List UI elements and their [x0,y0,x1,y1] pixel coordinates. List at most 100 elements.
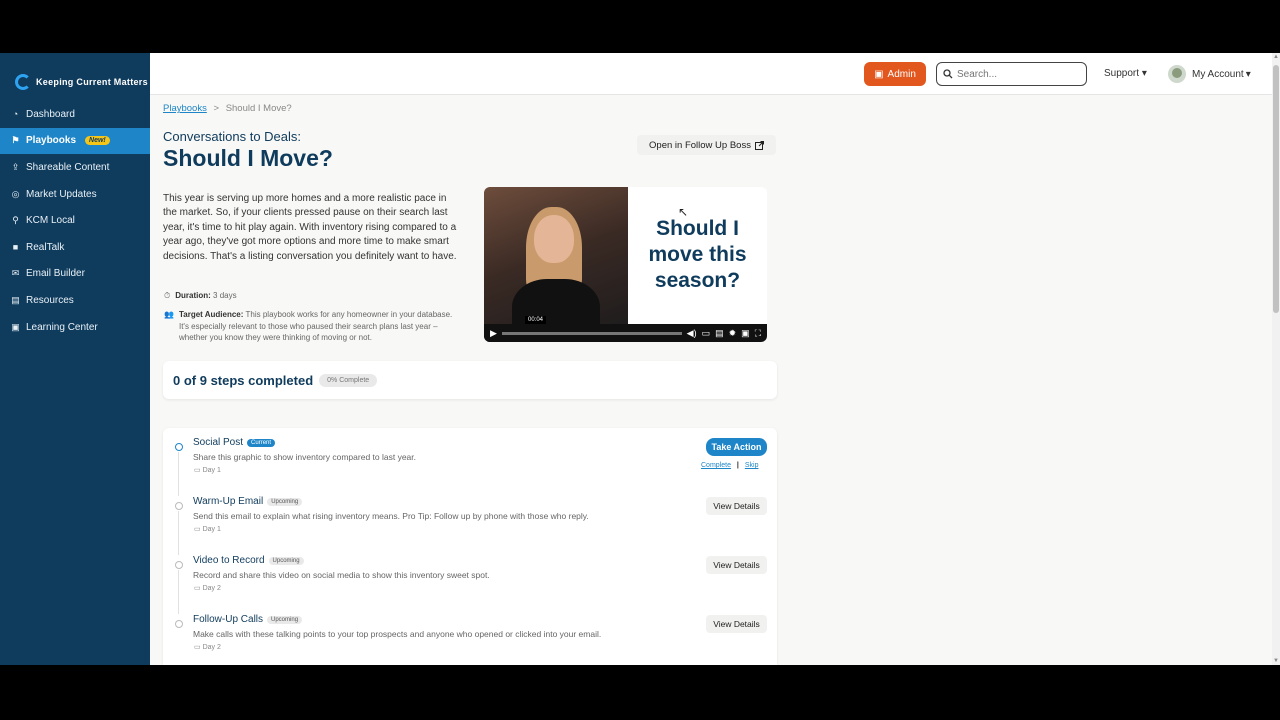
page-scrollbar[interactable]: ▲ ▼ [1272,53,1280,665]
users-icon: 👥 [164,310,174,319]
external-link-icon [754,140,764,150]
sidebar-item-realtalk[interactable]: ■ RealTalk [0,234,150,261]
sidebar-item-kcm-local[interactable]: ⚲ KCM Local [0,207,150,234]
sidebar-item-resources[interactable]: ▤ Resources [0,287,150,314]
learning-icon: ▣ [11,321,20,332]
main-content: Playbooks > Should I Move? Conversations… [163,95,783,665]
app-screen: Keeping Current Matters ◔ Dashboard ⚑ Pl… [0,53,1280,665]
video-headline: Should I move this season? [648,216,747,292]
step-day: ▭ Day 2 [194,644,221,651]
step-description: Record and share this video on social me… [193,570,490,580]
step-description: Send this email to explain what rising i… [193,511,589,521]
admin-button[interactable]: ▣ Admin [864,62,926,86]
admin-label: Admin [887,68,916,80]
skip-link[interactable]: Skip [745,462,759,469]
step-description: Make calls with these talking points to … [193,629,602,639]
duration-value: 3 days [213,291,237,300]
resources-icon: ▤ [11,294,20,305]
support-menu[interactable]: Support ▾ [1104,68,1147,79]
sidebar-item-market-updates[interactable]: ◎ Market Updates [0,181,150,208]
stopwatch-icon: ⏱ [164,291,171,300]
market-icon: ◎ [11,188,20,199]
transcript-icon[interactable]: ▤ [715,328,724,339]
breadcrumb-link-playbooks[interactable]: Playbooks [163,103,207,114]
list-item: Follow-Up Calls Upcoming Make calls with… [163,614,777,665]
steps-progress-card: 0 of 9 steps completed 0% Complete [163,361,777,399]
chevron-down-icon: ▾ [1141,68,1147,79]
step-status-badge: Current [247,438,276,447]
calendar-icon: ▭ [194,585,201,592]
sidebar-nav: ◔ Dashboard ⚑ Playbooks New! ⇪ Shareable… [0,101,150,340]
scroll-up-icon[interactable]: ▲ [1272,53,1280,61]
duration-row: ⏱ Duration: 3 days [164,290,464,302]
briefcase-icon: ▣ [874,68,884,80]
step-status-badge: Upcoming [267,615,303,624]
view-details-button[interactable]: View Details [706,556,767,574]
list-item: Social Post Current Share this graphic t… [163,437,777,496]
complete-link[interactable]: Complete [701,462,731,469]
presenter-image [484,187,628,342]
steps-list: Social Post Current Share this graphic t… [163,428,777,665]
step-pending-icon [175,620,183,628]
sidebar-item-label: Dashboard [26,108,75,120]
calendar-icon: ▭ [194,526,201,533]
search-icon [943,69,953,79]
pip-icon[interactable]: ▣ [741,328,750,339]
new-badge: New! [85,136,110,146]
sidebar-item-label: Resources [26,294,74,306]
sidebar: Keeping Current Matters ◔ Dashboard ⚑ Pl… [0,53,150,665]
chevron-down-icon: ▾ [1245,68,1251,80]
take-action-button[interactable]: Take Action [706,438,767,456]
step-day: ▭ Day 2 [194,585,221,592]
brand-name: Keeping Current Matters [36,77,148,87]
audience-label: Target Audience: [178,310,244,319]
search-box [936,62,1087,86]
step-description: Share this graphic to show inventory com… [193,452,417,462]
audience-row: 👥 Target Audience: This playbook works f… [164,309,464,344]
fullscreen-icon[interactable]: ⛶ [755,328,761,339]
step-pending-icon [175,502,183,510]
step-day: ▭ Day 1 [194,467,221,474]
logo-icon [15,74,31,90]
video-progress-bar[interactable] [501,331,682,335]
view-details-button[interactable]: View Details [706,615,767,633]
step-links: Complete | Skip [701,462,759,469]
scrollbar-thumb[interactable] [1273,65,1279,313]
open-button-label: Open in Follow Up Boss [649,139,751,151]
step-status-badge: Upcoming [267,497,303,506]
avatar [1168,65,1186,83]
sidebar-item-label: RealTalk [26,241,65,253]
sidebar-item-shareable-content[interactable]: ⇪ Shareable Content [0,154,150,181]
view-details-button[interactable]: View Details [706,497,767,515]
play-icon[interactable]: ▶ [490,328,497,339]
sidebar-item-email-builder[interactable]: ✉ Email Builder [0,261,150,288]
video-player[interactable]: Should I move this season? 00:04 ▶ ◀) ▭ … [484,187,767,342]
scroll-down-icon[interactable]: ▼ [1272,657,1280,665]
sidebar-item-dashboard[interactable]: ◔ Dashboard [0,101,150,128]
step-title: Follow-Up Calls [193,614,264,625]
share-icon: ⇪ [11,161,20,172]
video-controls: ▶ ◀) ▭ ▤ ✹ ▣ ⛶ [484,324,767,342]
list-item: Video to Record Upcoming Record and shar… [163,555,777,614]
account-label: My Account [1192,68,1244,80]
calendar-icon: ▭ [194,644,201,651]
search-input[interactable] [957,68,1077,80]
volume-icon[interactable]: ◀) [687,328,697,339]
steps-completed-text: 0 of 9 steps completed [173,372,314,388]
sidebar-item-label: Email Builder [26,268,85,280]
captions-icon[interactable]: ▭ [702,328,711,339]
settings-icon[interactable]: ✹ [729,328,737,339]
account-menu[interactable]: My Account ▾ [1168,65,1251,83]
dashboard-icon: ◔ [12,109,19,120]
percent-complete-badge: 0% Complete [319,373,378,387]
sidebar-item-learning-center[interactable]: ▣ Learning Center [0,314,150,341]
step-title: Warm-Up Email [193,496,264,507]
sidebar-item-playbooks[interactable]: ⚑ Playbooks New! [0,127,150,155]
open-in-follow-up-boss-button[interactable]: Open in Follow Up Boss [637,135,776,155]
sidebar-item-label: Playbooks [26,135,77,147]
brand-logo[interactable]: Keeping Current Matters [0,53,150,97]
email-icon: ✉ [11,268,20,279]
step-status-badge: Upcoming [268,556,304,565]
list-item: Warm-Up Email Upcoming Send this email t… [163,496,777,555]
video-title-panel: Should I move this season? [628,187,767,342]
